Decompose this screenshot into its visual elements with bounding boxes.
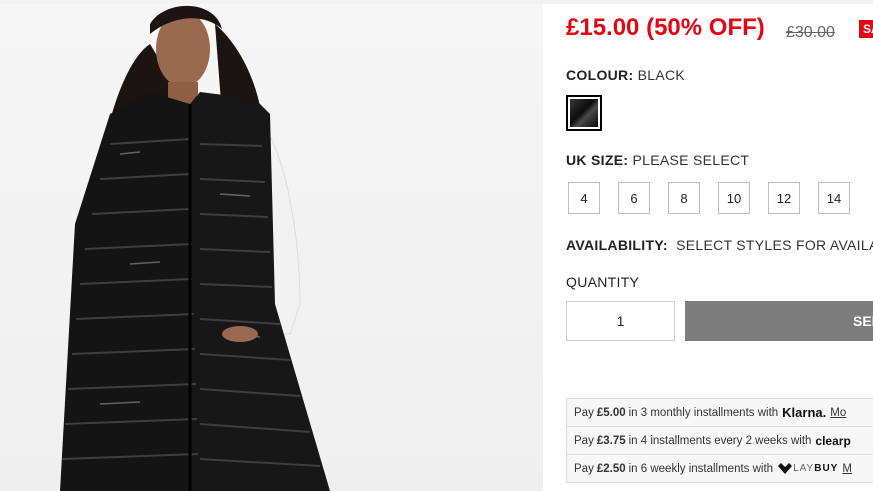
add-to-bag-button[interactable]: SEL (685, 301, 873, 341)
colour-value: BLACK (637, 67, 686, 83)
installment-amount: £2.50 (596, 462, 626, 475)
laybuy-more-link[interactable]: M (842, 463, 852, 475)
size-option-8[interactable]: 8 (668, 182, 700, 214)
quantity-label: QUANTITY (566, 274, 640, 290)
size-value: PLEASE SELECT (632, 152, 750, 168)
size-option-6[interactable]: 6 (618, 182, 650, 214)
installment-prefix: Pay (574, 406, 594, 419)
installment-prefix: Pay (574, 462, 594, 475)
product-photo-illustration (60, 5, 330, 491)
installment-amount: £3.75 (596, 434, 626, 447)
installment-text: in 6 weekly installments with (628, 462, 774, 475)
availability-label: AVAILABILITY: (566, 237, 668, 253)
size-option-10[interactable]: 10 (718, 182, 750, 214)
clearpay-logo: clearp (815, 433, 851, 448)
availability-value: SELECT STYLES FOR AVAILAB (676, 237, 873, 253)
size-option-12[interactable]: 12 (768, 182, 800, 214)
installment-text: in 3 monthly installments with (628, 406, 779, 419)
size-row: UK SIZE: PLEASE SELECT (566, 152, 749, 168)
colour-label: COLOUR: (566, 67, 634, 83)
installment-amount: £5.00 (596, 406, 626, 419)
original-price: £30.00 (786, 24, 835, 41)
klarna-logo: Klarna. (782, 405, 827, 420)
laybuy-heart-icon (778, 462, 793, 474)
klarna-row: Pay £5.00 in 3 monthly installments with… (566, 398, 873, 426)
quantity-input[interactable]: 1 (566, 301, 675, 341)
laybuy-logo: LAYBUY (793, 463, 838, 474)
product-image[interactable] (0, 4, 543, 491)
installment-options: Pay £5.00 in 3 monthly installments with… (566, 398, 873, 483)
laybuy-logo-buy: BUY (814, 463, 839, 474)
availability-row: AVAILABILITY: SELECT STYLES FOR AVAILAB (566, 237, 873, 253)
size-option-4[interactable]: 4 (568, 182, 600, 214)
installment-text: in 4 installments every 2 weeks with (628, 434, 812, 447)
laybuy-logo-lay: LAY (793, 463, 815, 474)
klarna-more-link[interactable]: Mo (830, 407, 846, 419)
size-label: UK SIZE: (566, 152, 629, 168)
swatch-image (570, 99, 598, 127)
colour-swatch-black[interactable] (566, 95, 602, 131)
size-option-14[interactable]: 14 (818, 182, 850, 214)
installment-prefix: Pay (574, 434, 594, 447)
colour-row: COLOUR: BLACK (566, 67, 685, 83)
sale-price: £15.00 (50% OFF) (566, 14, 765, 41)
product-details-panel: £15.00 (50% OFF) £30.00 SA COLOUR: BLACK… (543, 0, 873, 491)
sale-badge: SA (859, 20, 873, 38)
clearpay-row: Pay £3.75 in 4 installments every 2 week… (566, 426, 873, 454)
laybuy-row: Pay £2.50 in 6 weekly installments with … (566, 454, 873, 483)
